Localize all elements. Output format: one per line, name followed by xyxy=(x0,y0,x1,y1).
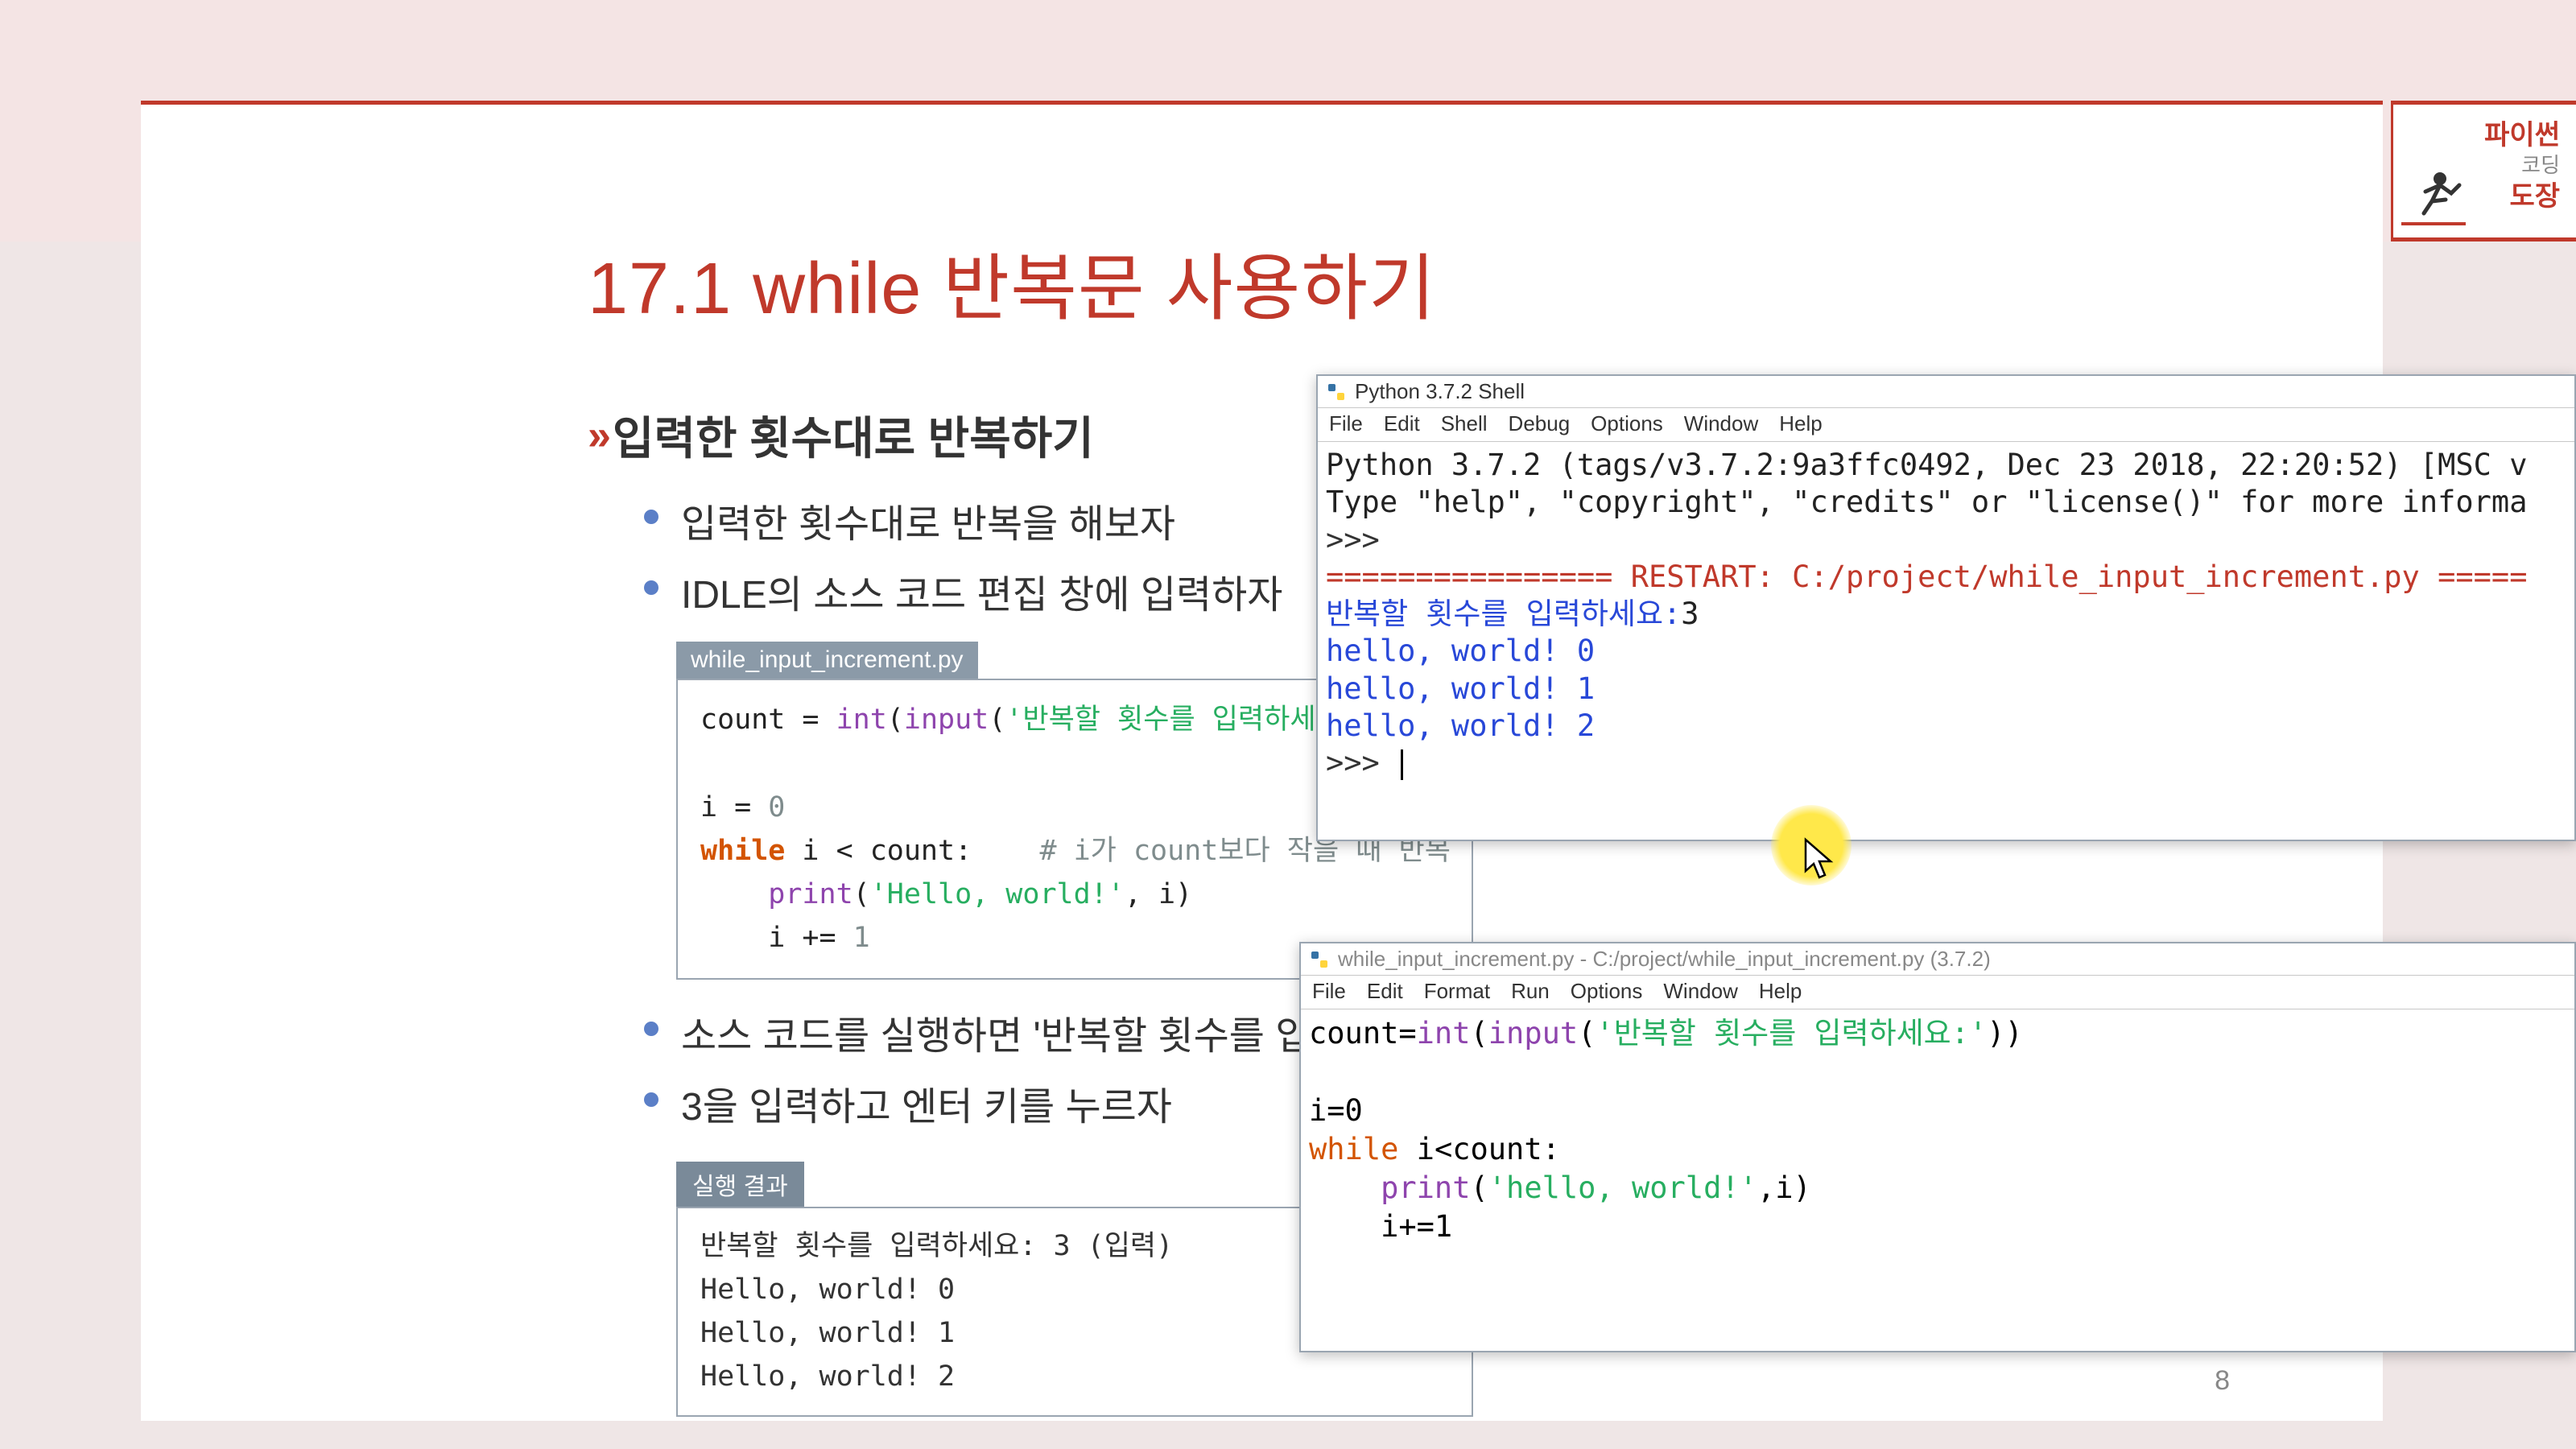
page-number: 8 xyxy=(2215,1365,2230,1397)
idle-editor-title: while_input_increment.py - C:/project/wh… xyxy=(1338,947,1991,972)
bullet-4-text: 3을 입력하고 엔터 키를 누르자 xyxy=(681,1075,1172,1131)
python-icon xyxy=(1309,949,1330,970)
logo-line1: 파이썬 xyxy=(2401,113,2568,152)
result-label: 실행 결과 xyxy=(676,1162,804,1207)
bullet-dot-icon xyxy=(644,1092,658,1107)
menu-help[interactable]: Help xyxy=(1759,979,1802,1004)
idle-editor-body[interactable]: count=int(input('반복할 횟수를 입력하세요:')) i=0 w… xyxy=(1301,1009,2574,1252)
logo: 파이썬 코딩 도장 xyxy=(2391,101,2576,242)
idle-shell-window[interactable]: Python 3.7.2 Shell File Edit Shell Debug… xyxy=(1316,374,2576,841)
idle-editor-window[interactable]: while_input_increment.py - C:/project/wh… xyxy=(1299,942,2576,1352)
idle-editor-menubar: File Edit Format Run Options Window Help xyxy=(1301,976,2574,1009)
menu-format[interactable]: Format xyxy=(1424,979,1490,1004)
menu-file[interactable]: File xyxy=(1329,411,1363,436)
person-running-icon xyxy=(2401,169,2466,229)
section-heading-text: 입력한 횟수대로 반복하기 xyxy=(613,402,1094,468)
text-cursor xyxy=(1401,749,1403,780)
idle-shell-titlebar[interactable]: Python 3.7.2 Shell xyxy=(1318,376,2574,408)
menu-help[interactable]: Help xyxy=(1779,411,1822,436)
menu-window[interactable]: Window xyxy=(1684,411,1758,436)
idle-shell-body[interactable]: Python 3.7.2 (tags/v3.7.2:9a3ffc0492, De… xyxy=(1318,442,2574,786)
bullet-dot-icon xyxy=(644,1022,658,1036)
idle-shell-menubar: File Edit Shell Debug Options Window Hel… xyxy=(1318,408,2574,442)
chevron-right-icon: » xyxy=(588,411,603,460)
menu-edit[interactable]: Edit xyxy=(1367,979,1403,1004)
bullet-1-text: 입력한 횟수대로 반복을 해보자 xyxy=(681,492,1175,548)
menu-shell[interactable]: Shell xyxy=(1441,411,1488,436)
idle-shell-title: Python 3.7.2 Shell xyxy=(1355,379,1525,404)
bullet-2-text: IDLE의 소스 코드 편집 창에 입력하자 xyxy=(681,563,1282,619)
python-icon xyxy=(1326,382,1347,402)
menu-options[interactable]: Options xyxy=(1591,411,1663,436)
menu-file[interactable]: File xyxy=(1312,979,1346,1004)
menu-edit[interactable]: Edit xyxy=(1384,411,1420,436)
menu-options[interactable]: Options xyxy=(1571,979,1643,1004)
menu-debug[interactable]: Debug xyxy=(1509,411,1571,436)
idle-editor-titlebar[interactable]: while_input_increment.py - C:/project/wh… xyxy=(1301,943,2574,976)
menu-run[interactable]: Run xyxy=(1511,979,1550,1004)
code-filename-tab: while_input_increment.py xyxy=(676,642,978,679)
menu-window[interactable]: Window xyxy=(1663,979,1737,1004)
bullet-dot-icon xyxy=(644,580,658,595)
slide-title: 17.1 while 반복문 사용하기 xyxy=(588,229,1436,334)
bullet-dot-icon xyxy=(644,510,658,524)
